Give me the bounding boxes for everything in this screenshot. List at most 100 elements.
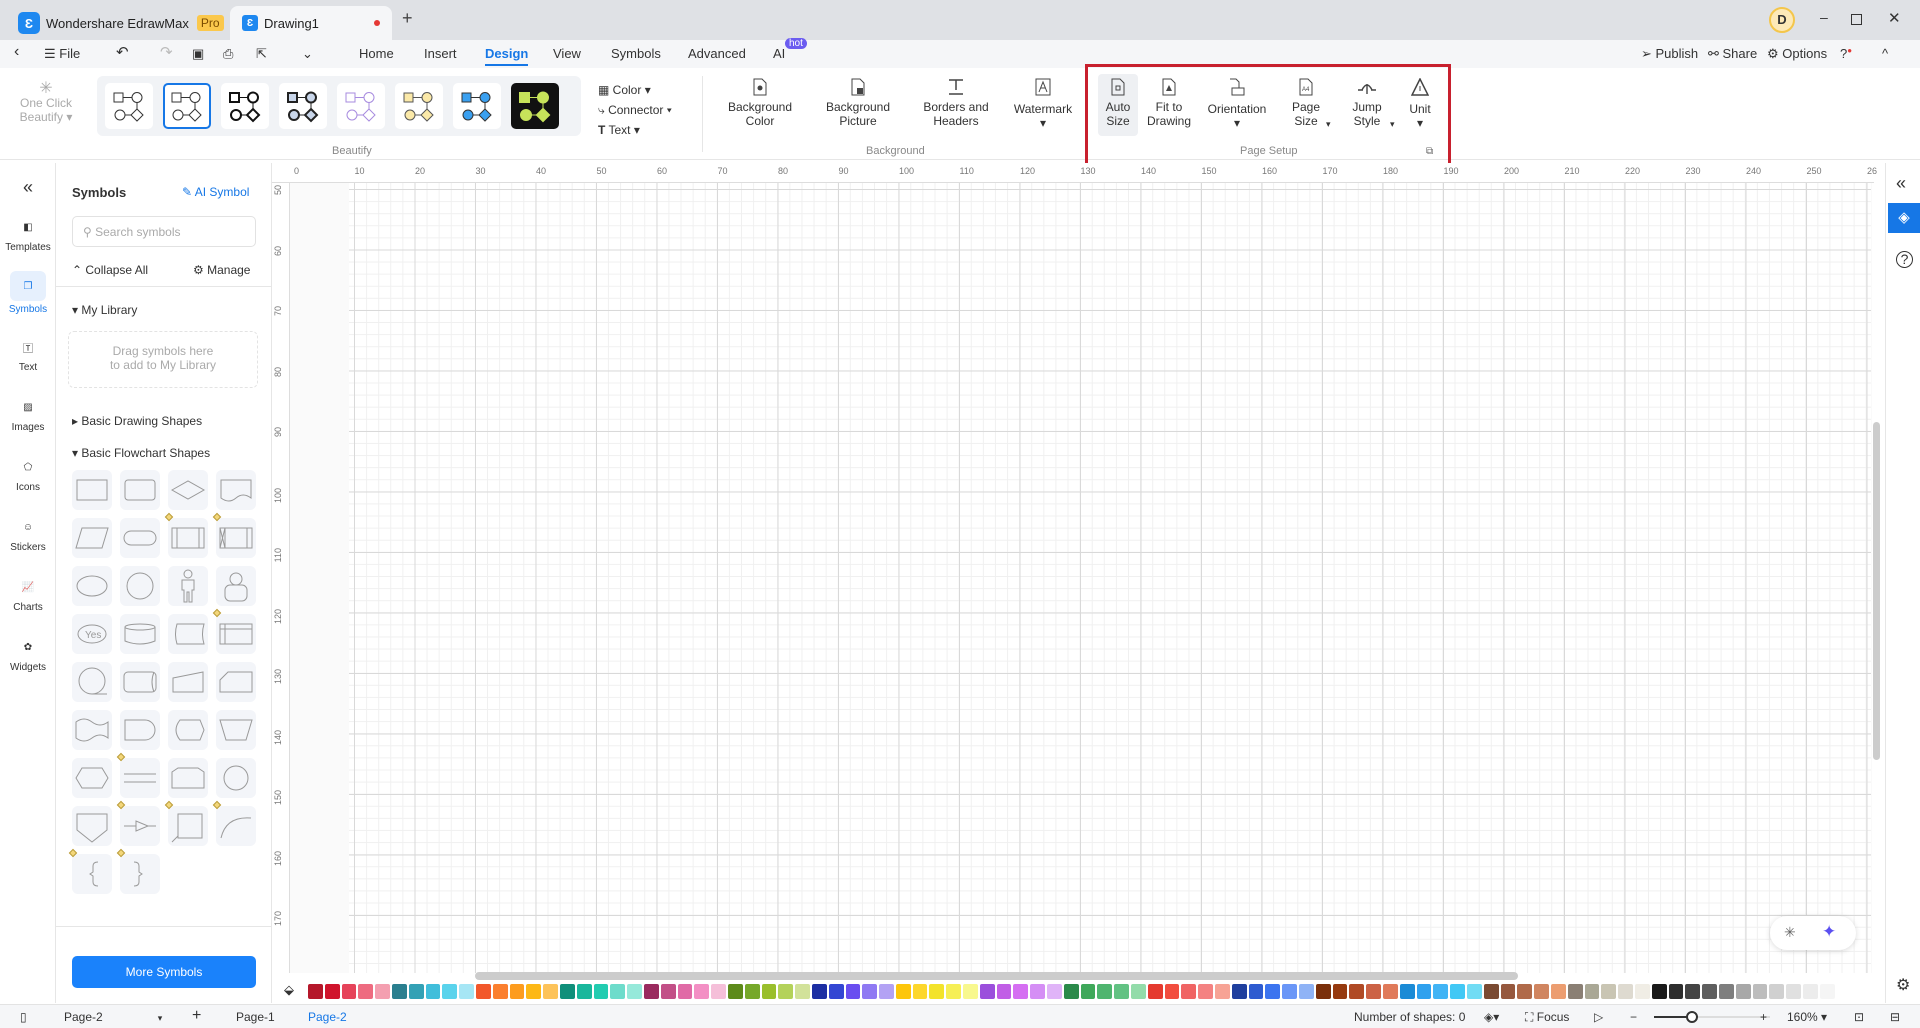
flowchart-shape[interactable] bbox=[168, 662, 208, 702]
nav-icons[interactable]: ⬠ Icons bbox=[4, 455, 52, 494]
horizontal-scrollbar[interactable] bbox=[475, 972, 1518, 980]
color-swatch[interactable] bbox=[324, 983, 340, 999]
color-swatch[interactable] bbox=[1248, 983, 1264, 999]
color-swatch[interactable] bbox=[845, 983, 861, 999]
jump-style-dropdown-icon[interactable]: ▾ bbox=[1390, 119, 1395, 130]
orientation-button[interactable]: Orientation ▾ bbox=[1202, 78, 1272, 130]
flowchart-shape[interactable] bbox=[72, 470, 112, 510]
color-swatch[interactable] bbox=[425, 983, 441, 999]
color-swatch[interactable] bbox=[341, 983, 357, 999]
my-library-dropzone[interactable]: Drag symbols here to add to My Library bbox=[68, 331, 258, 388]
color-swatch[interactable] bbox=[1668, 983, 1684, 999]
back-icon[interactable]: ‹ bbox=[14, 43, 19, 61]
color-swatch[interactable] bbox=[1769, 983, 1785, 999]
expand-panel-icon[interactable]: « bbox=[1896, 173, 1906, 194]
style-panel-icon[interactable]: ◈ bbox=[1888, 203, 1920, 233]
color-swatch[interactable] bbox=[1819, 983, 1835, 999]
basic-flowchart-shapes-header[interactable]: ▾ Basic Flowchart Shapes bbox=[72, 446, 210, 460]
color-swatch[interactable] bbox=[1047, 983, 1062, 999]
color-swatch[interactable] bbox=[1752, 983, 1768, 999]
flowchart-shape[interactable] bbox=[216, 758, 256, 798]
nav-widgets[interactable]: ✿ Widgets bbox=[4, 635, 52, 674]
flowchart-shape[interactable] bbox=[116, 848, 160, 894]
color-swatch[interactable] bbox=[1702, 983, 1717, 999]
background-picture-button[interactable]: Background Picture bbox=[818, 78, 898, 128]
zoom-level[interactable]: 160% ▾ bbox=[1787, 1010, 1827, 1024]
color-swatch[interactable] bbox=[828, 983, 844, 999]
publish-button[interactable]: ➢ Publish bbox=[1641, 46, 1698, 62]
nav-symbols[interactable]: ❐ Symbols bbox=[4, 271, 52, 315]
focus-button[interactable]: ⛶ Focus bbox=[1525, 1010, 1569, 1025]
color-swatch[interactable] bbox=[660, 983, 676, 999]
document-tab[interactable]: Ɛ Drawing1 bbox=[230, 6, 392, 40]
settings-icon[interactable]: ⚙ bbox=[1896, 975, 1910, 995]
color-swatch[interactable] bbox=[358, 983, 374, 999]
flowchart-shape[interactable] bbox=[116, 752, 160, 798]
nav-stickers[interactable]: ☺ Stickers bbox=[4, 515, 52, 554]
flowchart-shape[interactable] bbox=[120, 710, 160, 750]
tab-ai[interactable]: AI bbox=[773, 46, 785, 61]
color-swatch[interactable] bbox=[1634, 983, 1650, 999]
flowchart-shape[interactable] bbox=[72, 710, 112, 750]
fullscreen-icon[interactable]: ⊟ bbox=[1890, 1010, 1900, 1024]
collapse-sidebar-icon[interactable]: « bbox=[4, 177, 52, 198]
fit-page-icon[interactable]: ⊡ bbox=[1854, 1010, 1864, 1024]
connector-dropdown[interactable]: ⤷ Connector ▾ bbox=[598, 100, 672, 120]
color-swatch[interactable] bbox=[1231, 983, 1247, 999]
color-swatch[interactable] bbox=[895, 983, 911, 999]
color-swatch[interactable] bbox=[1517, 983, 1533, 999]
color-swatch[interactable] bbox=[711, 983, 726, 999]
color-swatch[interactable] bbox=[492, 983, 508, 999]
color-swatch[interactable] bbox=[1601, 983, 1617, 999]
color-swatch[interactable] bbox=[1618, 983, 1633, 999]
flowchart-shape[interactable] bbox=[168, 566, 208, 606]
color-swatch[interactable] bbox=[1063, 983, 1079, 999]
color-swatch[interactable] bbox=[1802, 983, 1818, 999]
flowchart-shape[interactable] bbox=[120, 614, 160, 654]
color-swatch[interactable] bbox=[1651, 983, 1667, 999]
color-swatch[interactable] bbox=[643, 983, 659, 999]
zoom-out-button[interactable]: − bbox=[1630, 1010, 1637, 1024]
watermark-button[interactable]: Watermark ▾ bbox=[1008, 78, 1078, 130]
color-swatch[interactable] bbox=[526, 983, 542, 999]
color-swatch[interactable] bbox=[593, 983, 609, 999]
tab-advanced[interactable]: Advanced bbox=[688, 46, 746, 61]
vertical-scrollbar[interactable] bbox=[1873, 422, 1880, 760]
flowchart-shape[interactable] bbox=[72, 758, 112, 798]
search-input[interactable]: ⚲ Search symbols bbox=[72, 216, 256, 247]
color-swatch[interactable] bbox=[761, 983, 777, 999]
flowchart-shape[interactable] bbox=[72, 806, 112, 846]
basic-drawing-shapes-header[interactable]: ▸ Basic Drawing Shapes bbox=[72, 414, 202, 428]
beautify-style-2[interactable] bbox=[163, 83, 211, 129]
color-swatch[interactable] bbox=[1097, 983, 1113, 999]
help-icon[interactable]: ?● bbox=[1840, 46, 1852, 61]
color-swatch[interactable] bbox=[375, 983, 390, 999]
color-swatch[interactable] bbox=[1215, 983, 1230, 999]
color-swatch[interactable] bbox=[1433, 983, 1449, 999]
color-swatch[interactable] bbox=[1483, 983, 1499, 999]
flowchart-shape[interactable] bbox=[164, 512, 208, 558]
restore-icon[interactable] bbox=[1851, 14, 1862, 25]
color-swatch[interactable] bbox=[308, 983, 323, 999]
color-swatch[interactable] bbox=[1181, 983, 1197, 999]
color-swatch[interactable] bbox=[1080, 983, 1096, 999]
flowchart-shape[interactable] bbox=[120, 662, 160, 702]
color-swatch[interactable] bbox=[879, 983, 894, 999]
color-swatch[interactable] bbox=[1131, 983, 1146, 999]
collapse-all-button[interactable]: ⌃ Collapse All bbox=[72, 263, 148, 277]
undo-icon[interactable]: ↶ bbox=[116, 43, 129, 61]
flowchart-shape[interactable] bbox=[116, 800, 160, 846]
color-swatch[interactable] bbox=[979, 983, 995, 999]
color-swatch[interactable] bbox=[1198, 983, 1214, 999]
zoom-in-button[interactable]: + bbox=[1760, 1010, 1767, 1024]
color-swatch[interactable] bbox=[1366, 983, 1381, 999]
page-size-dropdown-icon[interactable]: ▾ bbox=[1326, 119, 1331, 130]
color-swatch[interactable] bbox=[694, 983, 710, 999]
my-library-header[interactable]: ▾ My Library bbox=[72, 303, 137, 317]
more-symbols-button[interactable]: More Symbols bbox=[72, 956, 256, 988]
minimize-icon[interactable]: – bbox=[1820, 9, 1828, 25]
one-click-beautify-button[interactable]: ✳ One Click Beautify ▾ bbox=[14, 81, 78, 125]
beautify-style-3[interactable] bbox=[221, 83, 269, 129]
color-swatch[interactable] bbox=[1147, 983, 1163, 999]
color-swatch[interactable] bbox=[1013, 983, 1029, 999]
